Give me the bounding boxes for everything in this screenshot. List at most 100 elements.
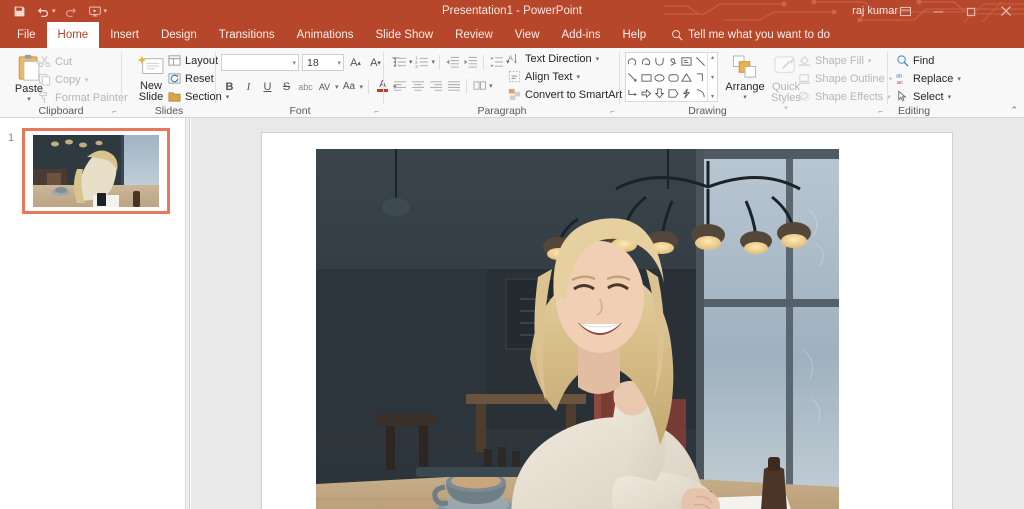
- text-direction-caret[interactable]: ▾: [596, 55, 600, 63]
- tab-help[interactable]: Help: [612, 22, 658, 48]
- align-left-icon[interactable]: [391, 78, 408, 94]
- font-name-caret[interactable]: ▾: [289, 59, 296, 67]
- slide-thumbnail-pane[interactable]: 1: [0, 118, 186, 509]
- shapes-gallery[interactable]: ▴ ▾ ▾: [625, 52, 718, 102]
- numbering-icon[interactable]: 123: [414, 54, 431, 70]
- shape-rounded-rectangle-icon[interactable]: [667, 69, 681, 85]
- shape-scribble-icon[interactable]: [667, 53, 681, 69]
- shape-triangle-icon[interactable]: [680, 69, 694, 85]
- customize-qat-icon[interactable]: ▾: [104, 7, 108, 15]
- shapes-scroll-down-icon[interactable]: ▾: [711, 74, 714, 81]
- slide-editing-area[interactable]: [191, 118, 1024, 509]
- strikethrough-button[interactable]: S: [278, 78, 295, 95]
- tab-design[interactable]: Design: [150, 22, 208, 48]
- undo-icon[interactable]: [32, 1, 54, 21]
- restore-icon[interactable]: [955, 0, 988, 22]
- line-spacing-icon[interactable]: [488, 54, 505, 70]
- align-right-icon[interactable]: [427, 78, 444, 94]
- replace-caret[interactable]: ▾: [957, 75, 961, 83]
- find-button[interactable]: Find: [896, 54, 961, 67]
- tab-slide-show[interactable]: Slide Show: [365, 22, 445, 48]
- change-case-caret[interactable]: ▾: [360, 83, 364, 91]
- shape-pentagon-icon[interactable]: [667, 85, 681, 101]
- shapes-scroll-up-icon[interactable]: ▴: [711, 54, 714, 61]
- undo-dropdown-caret[interactable]: ▾: [52, 7, 56, 15]
- bullets-caret[interactable]: ▾: [409, 58, 413, 66]
- numbering-caret[interactable]: ▾: [432, 58, 436, 66]
- character-spacing-caret[interactable]: ▾: [335, 83, 339, 91]
- decrease-indent-icon[interactable]: [444, 54, 461, 70]
- arrange-caret[interactable]: ▾: [743, 93, 747, 101]
- shapes-gallery-scroll[interactable]: ▴ ▾ ▾: [707, 53, 717, 101]
- tab-insert[interactable]: Insert: [99, 22, 150, 48]
- slide-picture[interactable]: [316, 149, 839, 509]
- columns-caret[interactable]: ▾: [489, 82, 493, 90]
- font-size-caret[interactable]: ▾: [334, 59, 341, 67]
- align-center-icon[interactable]: [409, 78, 426, 94]
- collapse-ribbon-icon[interactable]: ⌃: [1010, 105, 1018, 116]
- shape-lightning-icon[interactable]: [680, 85, 694, 101]
- shape-oval-icon[interactable]: [653, 69, 667, 85]
- tab-add-ins[interactable]: Add-ins: [551, 22, 612, 48]
- tab-home[interactable]: Home: [46, 22, 100, 48]
- shape-elbow-connector-icon[interactable]: [626, 85, 640, 101]
- minimize-icon[interactable]: [922, 0, 955, 22]
- align-text-caret[interactable]: ▾: [577, 73, 581, 81]
- character-spacing-button[interactable]: AV: [316, 78, 333, 95]
- quick-access-toolbar[interactable]: ▾ ▾: [8, 0, 109, 22]
- shape-textbox-icon[interactable]: [680, 53, 694, 69]
- ribbon-tabs[interactable]: File Home Insert Design Transitions Anim…: [0, 22, 1024, 65]
- slide-thumbnail-1[interactable]: [22, 128, 170, 214]
- select-button[interactable]: Select ▾: [896, 90, 961, 103]
- shape-line-arrow-icon[interactable]: [626, 69, 640, 85]
- font-dialog-launcher[interactable]: ⌐: [372, 107, 381, 116]
- shape-down-arrow-icon[interactable]: [653, 85, 667, 101]
- columns-icon[interactable]: [471, 78, 488, 94]
- decrease-font-size-icon[interactable]: A ▾: [367, 54, 384, 71]
- clipboard-dialog-launcher[interactable]: ⌐: [110, 107, 119, 116]
- shapes-more-icon[interactable]: ▾: [711, 93, 714, 100]
- current-slide[interactable]: [262, 133, 952, 509]
- pane-splitter[interactable]: [186, 118, 190, 509]
- bold-button[interactable]: B: [221, 78, 238, 95]
- text-direction-button[interactable]: A Text Direction ▾: [508, 52, 630, 65]
- close-icon[interactable]: [988, 0, 1024, 22]
- arrange-button[interactable]: Arrange ▾: [722, 52, 768, 101]
- font-size-input[interactable]: 18 ▾: [302, 54, 344, 71]
- shape-curve-icon[interactable]: [640, 53, 654, 69]
- shape-freeform-icon[interactable]: [653, 53, 667, 69]
- tab-review[interactable]: Review: [444, 22, 504, 48]
- text-shadow-button[interactable]: abc: [297, 78, 314, 95]
- ribbon-display-options-icon[interactable]: [889, 0, 922, 22]
- convert-to-smartart-button[interactable]: Convert to SmartArt ▾: [508, 88, 630, 101]
- tab-file[interactable]: File: [6, 22, 47, 48]
- increase-indent-icon[interactable]: [462, 54, 479, 70]
- shapes-grid[interactable]: [626, 53, 707, 101]
- replace-button[interactable]: ab ac Replace ▾: [896, 72, 961, 86]
- italic-button[interactable]: I: [240, 78, 257, 95]
- tab-transitions[interactable]: Transitions: [208, 22, 286, 48]
- window-controls[interactable]: [889, 0, 1024, 22]
- align-text-button[interactable]: Align Text ▾: [508, 70, 630, 83]
- paste-caret[interactable]: ▾: [27, 95, 31, 103]
- tell-me-search[interactable]: Tell me what you want to do: [671, 22, 830, 48]
- shape-rectangle-icon[interactable]: [640, 69, 654, 85]
- shape-arc-icon[interactable]: [626, 53, 640, 69]
- select-caret[interactable]: ▾: [948, 93, 952, 101]
- tab-view[interactable]: View: [504, 22, 551, 48]
- shape-right-arrow-icon[interactable]: [640, 85, 654, 101]
- tab-animations[interactable]: Animations: [286, 22, 365, 48]
- increase-font-size-icon[interactable]: A ▴: [347, 54, 364, 71]
- shape-arc-open-icon[interactable]: [694, 85, 708, 101]
- save-icon[interactable]: [8, 1, 30, 21]
- shape-line-icon[interactable]: [694, 53, 708, 69]
- change-case-button[interactable]: Aa: [341, 78, 358, 95]
- tab-list[interactable]: File Home Insert Design Transitions Anim…: [0, 22, 1024, 48]
- start-from-beginning-icon[interactable]: [84, 1, 106, 21]
- justify-icon[interactable]: [445, 78, 462, 94]
- font-name-input[interactable]: ▾: [221, 54, 299, 71]
- shape-right-triangle-icon[interactable]: [694, 69, 708, 85]
- underline-button[interactable]: U: [259, 78, 276, 95]
- bullets-icon[interactable]: [391, 54, 408, 70]
- paragraph-dialog-launcher[interactable]: ⌐: [608, 107, 617, 116]
